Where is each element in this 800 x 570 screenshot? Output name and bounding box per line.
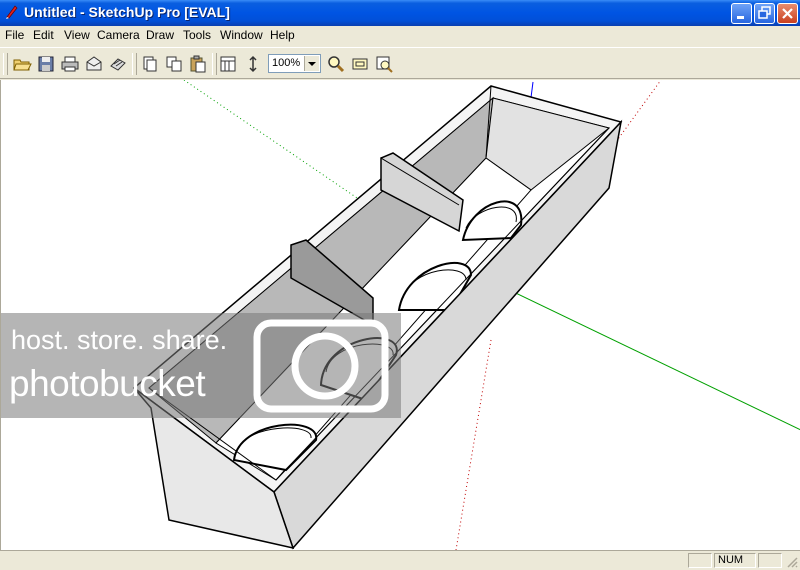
menu-file[interactable]: File	[5, 28, 24, 42]
print-icon[interactable]	[60, 54, 80, 74]
watermark-brand: photobucket	[9, 363, 206, 404]
open-icon[interactable]	[12, 54, 32, 74]
zoom-icon[interactable]	[326, 54, 346, 74]
menu-view[interactable]: View	[64, 28, 90, 42]
chevron-down-icon	[308, 62, 316, 66]
menu-draw[interactable]: Draw	[146, 28, 174, 42]
status-bar: NUM	[0, 550, 800, 570]
close-icon	[782, 8, 793, 19]
toolbar-separator	[212, 53, 217, 75]
modeling-viewport[interactable]: host. store. share. photobucket	[0, 80, 800, 550]
paste-icon[interactable]	[188, 54, 208, 74]
toolbar: 100%	[0, 47, 800, 79]
email-icon[interactable]	[84, 54, 104, 74]
zoom-extents-icon[interactable]	[374, 54, 394, 74]
section-icon[interactable]	[218, 54, 238, 74]
zoom-dropdown[interactable]: 100%	[268, 54, 321, 73]
restore-icon	[758, 6, 771, 19]
zoom-window-icon[interactable]	[350, 54, 370, 74]
status-pane-scroll	[758, 553, 782, 568]
menu-tools[interactable]: Tools	[183, 28, 211, 42]
copy-icon[interactable]	[164, 54, 184, 74]
watermark-tagline: host. store. share.	[11, 325, 228, 355]
red-axis-dotted-low	[455, 339, 492, 550]
zoom-value: 100%	[272, 57, 301, 69]
menu-window[interactable]: Window	[220, 28, 263, 42]
zoom-dropdown-arrow[interactable]	[304, 56, 319, 71]
toolbar-separator	[132, 53, 137, 75]
title-bar[interactable]: Untitled - SketchUp Pro [EVAL]	[0, 0, 800, 26]
menu-bar: File Edit View Camera Draw Tools Window …	[0, 26, 800, 46]
photobucket-watermark: host. store. share. photobucket	[1, 313, 401, 418]
model-info-icon[interactable]	[108, 54, 128, 74]
minimize-button[interactable]	[731, 3, 752, 24]
save-icon[interactable]	[36, 54, 56, 74]
photobucket-logo-icon	[253, 319, 389, 413]
layer-icon[interactable]	[140, 54, 160, 74]
status-pane-caps	[688, 553, 712, 568]
toolbar-grip[interactable]	[3, 53, 8, 75]
menu-help[interactable]: Help	[270, 28, 295, 42]
restore-button[interactable]	[754, 3, 775, 24]
close-button[interactable]	[777, 3, 798, 24]
dimension-icon[interactable]	[243, 54, 263, 74]
resize-grip-icon[interactable]	[786, 556, 798, 568]
window-title: Untitled - SketchUp Pro [EVAL]	[24, 4, 230, 20]
sketchup-app-icon	[6, 5, 18, 19]
menu-camera[interactable]: Camera	[97, 28, 140, 42]
status-num-lock: NUM	[714, 553, 756, 568]
minimize-icon	[737, 16, 744, 19]
menu-edit[interactable]: Edit	[33, 28, 54, 42]
